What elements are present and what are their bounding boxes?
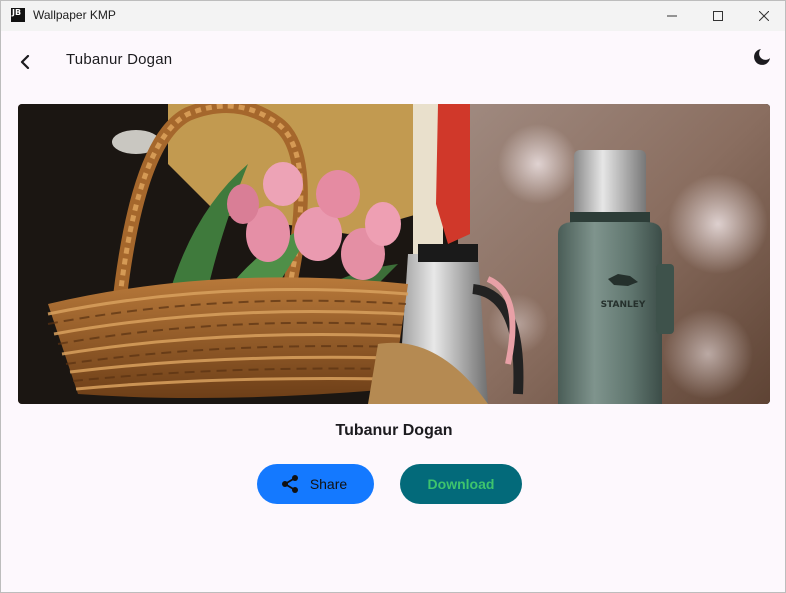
close-icon bbox=[759, 11, 769, 21]
share-button[interactable]: Share bbox=[257, 464, 374, 504]
moon-icon bbox=[754, 49, 770, 65]
bottle-brand-text: STANLEY bbox=[601, 300, 646, 310]
close-button[interactable] bbox=[741, 1, 785, 31]
window-title: Wallpaper KMP bbox=[33, 8, 116, 22]
download-button[interactable]: Download bbox=[400, 464, 522, 504]
maximize-icon bbox=[713, 11, 723, 21]
arrow-back-icon bbox=[20, 55, 30, 69]
app-window: JB Wallpaper KMP Tubanur Dogan STANLEY T… bbox=[0, 0, 786, 593]
maximize-button[interactable] bbox=[695, 1, 741, 31]
back-button[interactable] bbox=[13, 49, 39, 75]
minimize-button[interactable] bbox=[649, 1, 695, 31]
app-logo-icon: JB bbox=[11, 8, 25, 22]
wallpaper-image: STANLEY bbox=[18, 104, 770, 404]
share-label: Share bbox=[309, 476, 348, 492]
minimize-icon bbox=[667, 15, 677, 17]
theme-toggle-button[interactable] bbox=[749, 44, 775, 70]
page-title: Tubanur Dogan bbox=[66, 51, 173, 68]
wallpaper-picture: STANLEY bbox=[18, 104, 770, 404]
author-name: Tubanur Dogan bbox=[335, 422, 453, 439]
share-icon bbox=[281, 475, 298, 493]
download-label: Download bbox=[427, 476, 495, 492]
title-bar: JB Wallpaper KMP bbox=[1, 1, 785, 31]
